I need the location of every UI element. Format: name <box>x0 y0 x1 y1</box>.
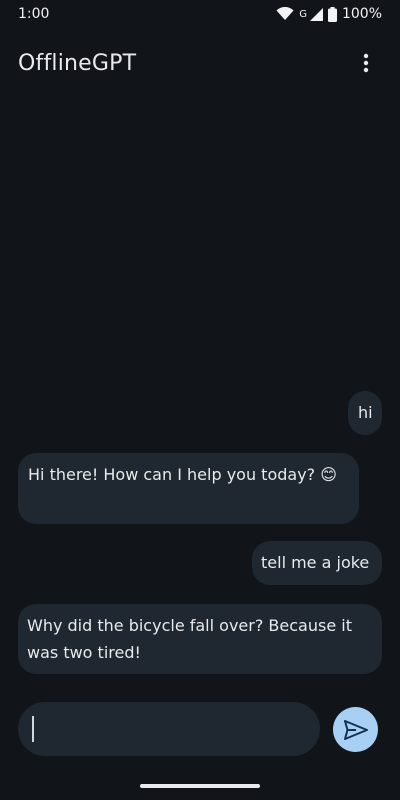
app-bar: OfflineGPT <box>0 40 400 86</box>
wifi-icon <box>276 7 294 20</box>
message-text: Hi there! How can I help you today? 😊 <box>28 465 337 484</box>
status-icons: G 100% <box>276 6 382 22</box>
send-icon <box>343 719 368 740</box>
battery-icon <box>327 6 337 22</box>
message-text: tell me a joke <box>261 553 370 572</box>
status-time: 1:00 <box>18 6 50 22</box>
more-options-button[interactable] <box>354 47 378 79</box>
message-text: hi <box>358 403 373 422</box>
message-input[interactable] <box>32 719 306 739</box>
message-composer <box>18 702 320 756</box>
assistant-message: Hi there! How can I help you today? 😊 <box>18 453 359 524</box>
more-vert-icon <box>363 53 369 73</box>
home-indicator[interactable] <box>140 784 260 788</box>
user-message: tell me a joke <box>252 541 382 585</box>
status-bar: 1:00 G 100% <box>0 0 400 28</box>
network-type-label: G <box>299 8 307 20</box>
send-button[interactable] <box>333 707 378 752</box>
message-text: Why did the bicycle fall over? Because i… <box>27 616 352 662</box>
text-cursor <box>32 716 34 742</box>
user-message: hi <box>348 391 382 435</box>
assistant-message: Why did the bicycle fall over? Because i… <box>18 604 382 674</box>
app-title: OfflineGPT <box>18 50 137 76</box>
battery-percent: 100% <box>341 6 382 22</box>
cell-signal-icon <box>309 7 323 21</box>
